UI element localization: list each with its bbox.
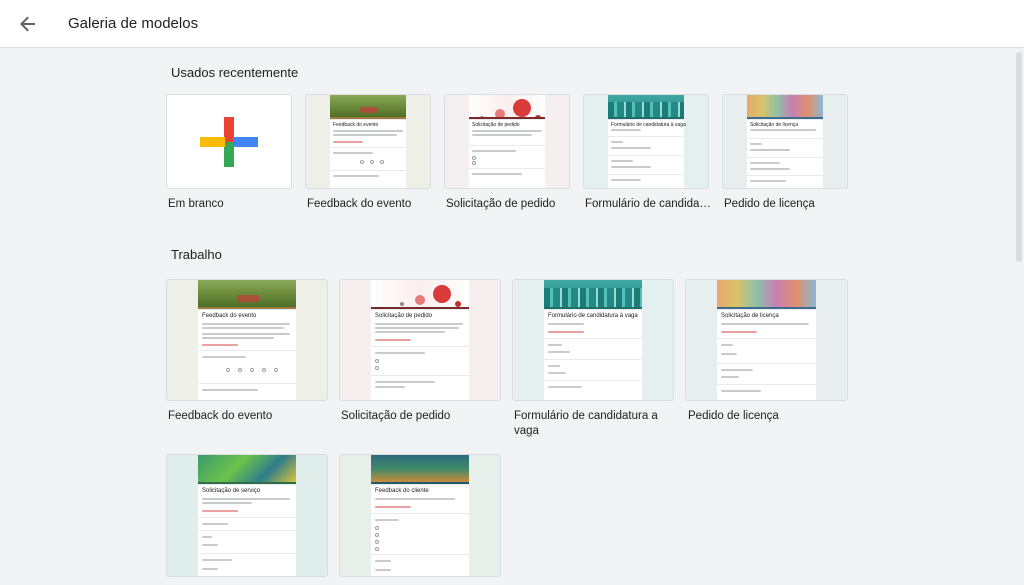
template-card-leave-request[interactable]: Solicitação de licença [722, 94, 848, 189]
template-card-order-request[interactable]: Solicitação de pedido [444, 94, 570, 189]
card-label: Solicitação de pedido [341, 410, 451, 422]
template-thumbnail: Feedback do evento [306, 95, 430, 188]
top-app-bar: Galeria de modelos [0, 0, 1024, 48]
card-label: Feedback do evento [168, 410, 273, 422]
arrow-back-icon [20, 16, 35, 32]
thumbnail-title: Solicitação de licença [750, 122, 799, 128]
template-card-event-feedback[interactable]: Feedback do evento [166, 279, 328, 401]
template-card-service-request[interactable]: Solicitação de serviço [166, 454, 328, 577]
template-thumbnail: Solicitação de licença [686, 280, 847, 400]
page-title: Galeria de modelos [68, 15, 199, 32]
back-button[interactable] [14, 10, 42, 38]
card-label: Formulário de candida… [585, 198, 711, 210]
template-thumbnail: Solicitação de pedido [340, 280, 500, 400]
plus-icon [200, 116, 258, 167]
template-card-order-request[interactable]: Solicitação de pedido [339, 279, 501, 401]
template-thumbnail: Solicitação de pedido [445, 95, 569, 188]
template-card-blank[interactable] [166, 94, 292, 189]
card-label: Pedido de licença [688, 410, 779, 422]
thumbnail-title: Feedback do cliente [375, 488, 429, 494]
scrollbar[interactable] [1016, 52, 1022, 262]
template-thumbnail: Solicitação de serviço [167, 455, 327, 576]
template-thumbnail: Feedback do cliente [340, 455, 500, 576]
section-title-recent: Usados recentemente [171, 65, 299, 80]
section-title-work: Trabalho [171, 247, 222, 262]
template-thumbnail: Formulário de candidatura à vaga [513, 280, 673, 400]
template-thumbnail: Feedback do evento [167, 280, 327, 400]
thumbnail-title: Formulário de candidatura à vaga [611, 122, 686, 128]
card-label: Em branco [168, 198, 224, 210]
card-label: Solicitação de pedido [446, 198, 556, 210]
thumbnail-title: Solicitação de serviço [202, 488, 261, 494]
thumbnail-title: Solicitação de pedido [375, 313, 433, 319]
thumbnail-title: Solicitação de pedido [472, 122, 520, 128]
template-thumbnail: Formulário de candidatura à vaga [584, 95, 708, 188]
template-card-job-application[interactable]: Formulário de candidatura à vaga [583, 94, 709, 189]
card-label: Pedido de licença [724, 198, 815, 210]
template-card-event-feedback[interactable]: Feedback do evento [305, 94, 431, 189]
card-label: Formulário de candidatura a vaga [514, 410, 658, 437]
template-thumbnail: Solicitação de licença [723, 95, 847, 188]
template-card-job-application[interactable]: Formulário de candidatura à vaga [512, 279, 674, 401]
thumbnail-title: Solicitação de licença [721, 313, 779, 319]
template-card-leave-request[interactable]: Solicitação de licença [685, 279, 848, 401]
thumbnail-title: Formulário de candidatura à vaga [548, 313, 638, 319]
template-card-customer-feedback[interactable]: Feedback do cliente [339, 454, 501, 577]
thumbnail-title: Feedback do evento [333, 122, 379, 128]
thumbnail-title: Feedback do evento [202, 313, 257, 319]
card-label: Feedback do evento [307, 198, 412, 210]
